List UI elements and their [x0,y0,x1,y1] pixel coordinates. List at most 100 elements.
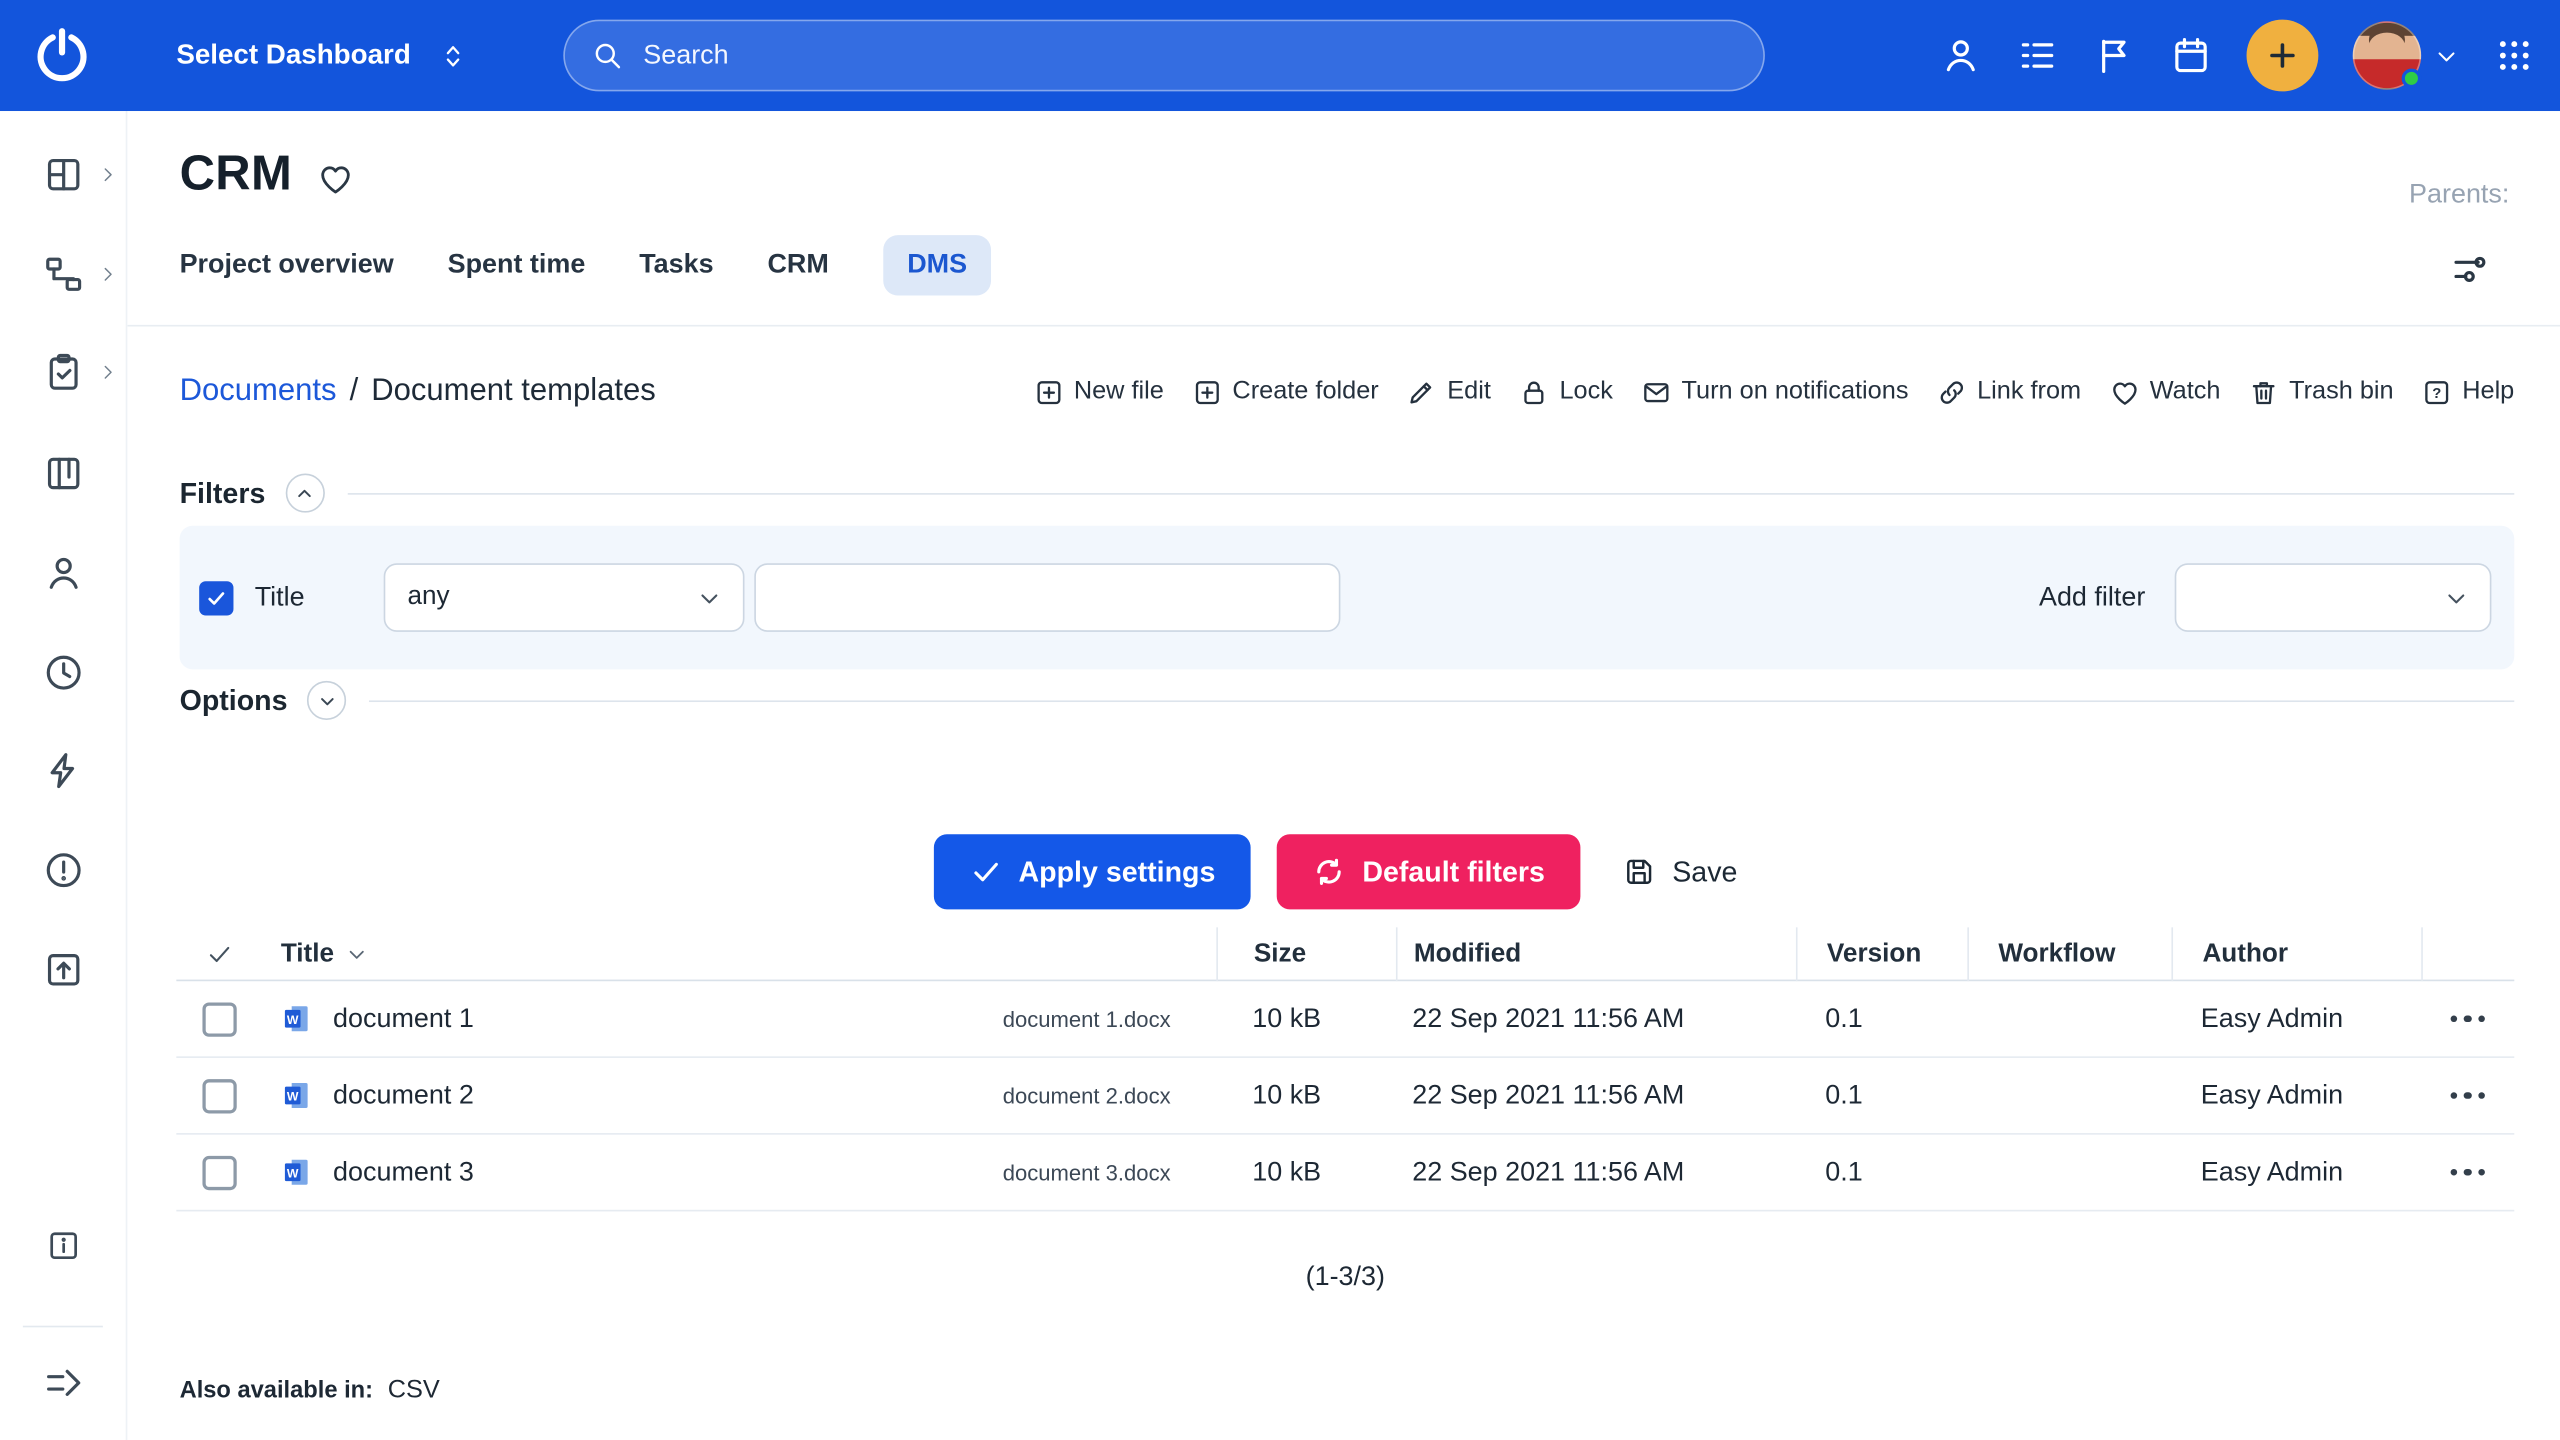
sidebar-quick-actions-icon[interactable] [42,749,84,791]
document-title-link[interactable]: document 1 [333,1003,474,1034]
title-filter-value-input[interactable] [754,563,1340,632]
main-content: CRM Parents: Project overview Spent time… [127,111,2560,1440]
sidebar-hierarchy-icon[interactable] [42,253,84,295]
page-settings-sliders-icon[interactable] [2449,248,2491,290]
avatar[interactable] [2353,21,2422,90]
sidebar-alerts-icon[interactable] [42,849,84,891]
trash-icon [2248,376,2279,407]
options-expand-toggle[interactable] [307,681,346,720]
sidebar-expand-icon[interactable] [42,1362,84,1404]
plus-icon [2264,38,2300,74]
table-body: document 1 document 1.docx 10 kB 22 Sep … [176,981,2514,1211]
new-file-button[interactable]: New file [1033,376,1164,407]
document-title-link[interactable]: document 3 [333,1157,474,1188]
page-header: CRM [180,147,355,203]
check-icon [205,940,233,968]
user-icon[interactable] [1940,34,1982,76]
documents-table: Title Size Modified Version Workflow Aut… [176,927,2514,1211]
add-filter-select[interactable] [2175,563,2492,632]
sidebar-export-icon[interactable] [42,949,84,991]
chevron-right-icon[interactable] [98,362,118,382]
column-header-workflow[interactable]: Workflow [1967,927,2171,981]
user-menu[interactable] [2353,21,2461,90]
title-filter-checkbox[interactable] [199,580,233,614]
tab-spent-time[interactable]: Spent time [448,235,586,295]
tab-tasks[interactable]: Tasks [639,235,713,295]
chevron-right-icon[interactable] [98,264,118,284]
dashboard-selector-label: Select Dashboard [176,39,410,72]
csv-export-link[interactable]: CSV [388,1376,440,1405]
tab-dms[interactable]: DMS [883,235,992,295]
documents-toolbar-row: Documents / Document templates New file … [180,356,2515,428]
word-document-icon [281,1079,314,1112]
watch-button[interactable]: Watch [2109,376,2221,407]
column-header-size[interactable]: Size [1216,927,1396,981]
apps-grid-icon[interactable] [2495,36,2534,75]
table-row: document 2 document 2.docx 10 kB 22 Sep … [176,1058,2514,1135]
column-header-title[interactable]: Title [261,927,1216,981]
edit-button[interactable]: Edit [1406,376,1490,407]
topbar-right-actions [1940,0,2534,111]
column-header-author[interactable]: Author [2171,927,2421,981]
tab-crm[interactable]: CRM [767,235,828,295]
create-folder-button[interactable]: Create folder [1192,376,1379,407]
sidebar-time-icon[interactable] [42,651,84,693]
pencil-icon [1406,376,1437,407]
chevron-down-icon [2442,584,2470,612]
row-actions-menu[interactable] [2421,1015,2514,1022]
filters-collapse-toggle[interactable] [285,473,324,512]
row-checkbox-cell [176,1078,261,1112]
select-all-column-header[interactable] [176,927,261,981]
column-header-modified[interactable]: Modified [1396,927,1796,981]
header-divider [127,325,2560,327]
author-cell: Easy Admin [2171,1080,2421,1111]
chevron-up-down-icon [437,40,468,71]
version-cell: 0.1 [1796,1080,1967,1111]
sidebar-info-icon[interactable] [46,1228,82,1264]
power-logo-icon [31,24,93,86]
document-title-link[interactable]: document 2 [333,1080,474,1111]
link-from-button[interactable]: Link from [1936,376,2081,407]
sidebar-kanban-icon[interactable] [42,452,84,494]
top-navigation-bar: Select Dashboard [0,0,2560,111]
title-operator-select[interactable]: any [383,563,744,632]
chevron-down-icon [316,690,337,711]
table-row: document 1 document 1.docx 10 kB 22 Sep … [176,981,2514,1058]
row-checkbox[interactable] [202,1155,236,1189]
row-actions-menu[interactable] [2421,1169,2514,1176]
export-footer: Also available in: CSV [180,1376,440,1405]
check-icon [206,587,227,608]
help-button[interactable]: Help [2421,376,2514,407]
favorite-heart-icon[interactable] [317,159,355,197]
version-cell: 0.1 [1796,1003,1967,1034]
options-section-header: Options [180,681,2515,720]
column-header-version[interactable]: Version [1796,927,1967,981]
sidebar-dashboard-icon[interactable] [42,153,84,195]
calendar-icon[interactable] [2170,34,2212,76]
options-heading: Options [180,683,288,717]
row-checkbox[interactable] [202,1002,236,1036]
flag-icon[interactable] [2093,34,2135,76]
breadcrumb-current: Document templates [371,374,655,410]
dashboard-selector[interactable]: Select Dashboard [176,39,468,72]
tab-project-overview[interactable]: Project overview [180,235,394,295]
document-filename: document 3.docx [1003,1160,1217,1184]
trash-bin-button[interactable]: Trash bin [2248,376,2393,407]
quick-add-button[interactable] [2247,20,2319,92]
chevron-right-icon[interactable] [98,165,118,185]
notifications-button[interactable]: Turn on notifications [1641,376,1909,407]
breadcrumb-documents-link[interactable]: Documents [180,374,337,410]
search-input[interactable] [643,40,1737,71]
lock-button[interactable]: Lock [1519,376,1613,407]
sidebar-users-icon[interactable] [42,552,84,594]
sidebar-tasks-icon[interactable] [42,351,84,393]
app-logo[interactable] [20,13,105,98]
chevron-up-icon [294,482,315,503]
row-actions-menu[interactable] [2421,1092,2514,1099]
save-button[interactable]: Save [1607,834,1754,909]
default-filters-button[interactable]: Default filters [1277,834,1580,909]
column-header-actions [2421,927,2514,981]
row-checkbox[interactable] [202,1078,236,1112]
apply-settings-button[interactable]: Apply settings [934,834,1252,909]
tasks-list-icon[interactable] [2016,34,2058,76]
